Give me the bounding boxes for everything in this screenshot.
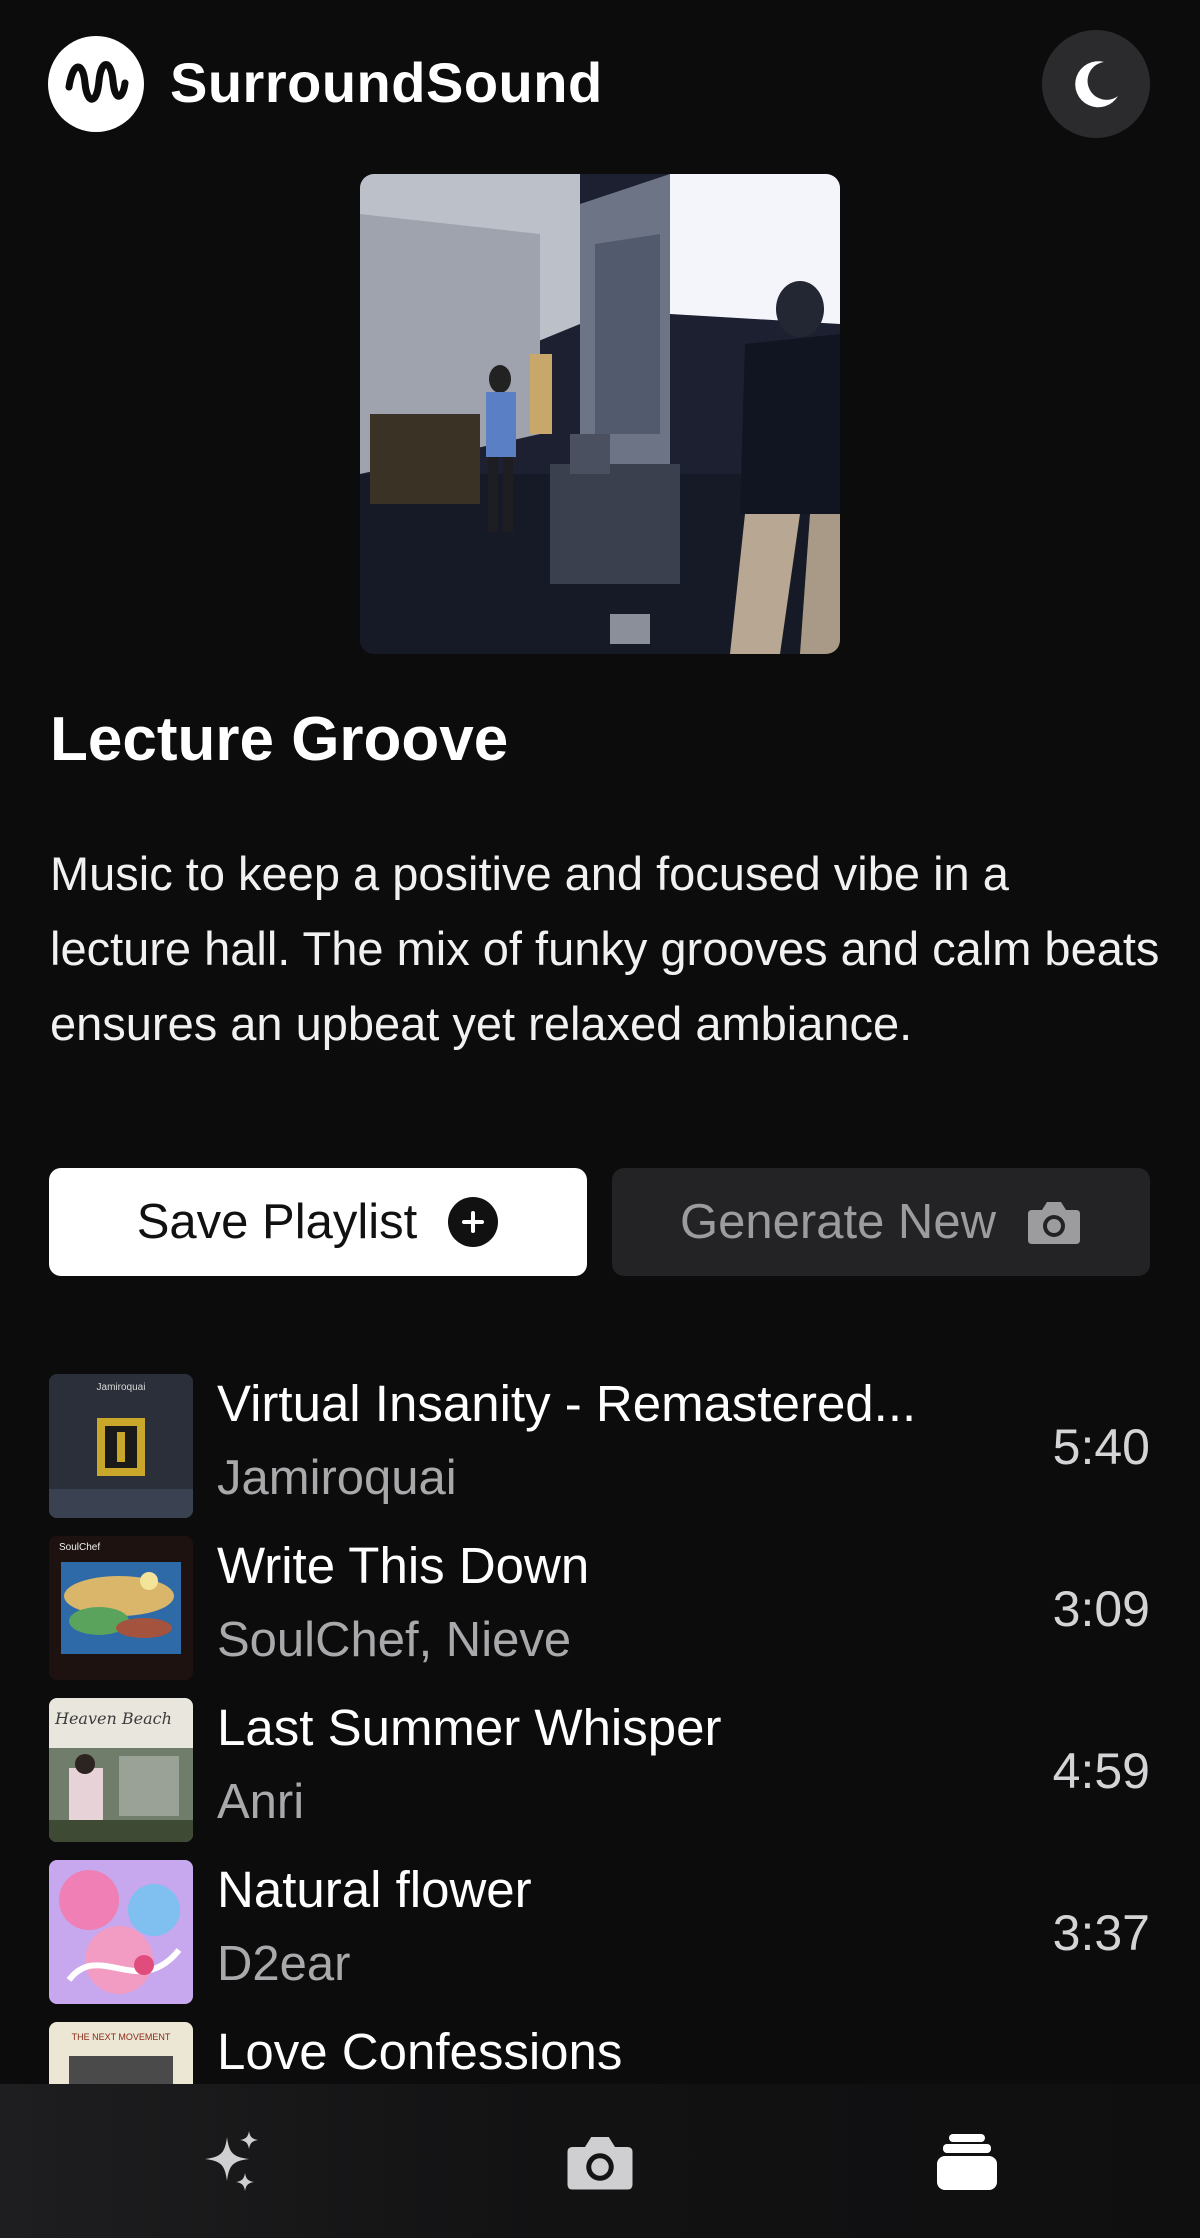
camera-icon (1027, 1202, 1080, 1244)
track-row[interactable]: Natural flower D2ear 3:37 (0, 1860, 1200, 2010)
generate-new-button[interactable]: Generate New (612, 1168, 1150, 1276)
bottom-navigation (0, 2084, 1200, 2238)
track-artist: D2ear (217, 1937, 351, 1991)
camera-icon (567, 2137, 633, 2190)
track-artist: Jamiroquai (217, 1451, 457, 1505)
app-header: SurroundSound (0, 0, 1200, 170)
track-duration: 3:37 (1052, 1905, 1150, 1961)
track-list: Jamiroquai Virtual Insanity - Remastered… (0, 1374, 1200, 2084)
album-art: THE NEXT MOVEMENT (49, 2022, 193, 2084)
moon-icon (1075, 61, 1118, 108)
nav-generate-button[interactable] (194, 2124, 270, 2200)
library-stack-icon (937, 2134, 997, 2190)
track-row[interactable]: SoulChef Write This Down SoulChef, Nieve… (0, 1536, 1200, 1686)
nav-camera-button[interactable] (562, 2124, 638, 2200)
track-row[interactable]: Heaven Beach Last Summer Whisper Anri 4:… (0, 1698, 1200, 1848)
album-art: SoulChef (49, 1536, 193, 1680)
app-logo-icon (48, 36, 144, 132)
track-title: Virtual Insanity - Remastered... (217, 1375, 917, 1432)
app-title: SurroundSound (170, 51, 603, 114)
track-row[interactable]: Jamiroquai Virtual Insanity - Remastered… (0, 1374, 1200, 1524)
plus-circle-icon (448, 1197, 499, 1247)
album-art-text: Jamiroquai (97, 1382, 146, 1393)
dark-mode-toggle-button[interactable] (1042, 30, 1150, 138)
save-playlist-button[interactable]: Save Playlist (49, 1168, 587, 1276)
album-art: Heaven Beach (49, 1698, 193, 1842)
album-art-text: THE NEXT MOVEMENT (72, 2032, 171, 2042)
album-art (49, 1860, 193, 2004)
track-title: Last Summer Whisper (217, 1699, 722, 1756)
playlist-title: Lecture Groove (50, 705, 509, 774)
track-row[interactable]: THE NEXT MOVEMENT Love Confessions (0, 2022, 1200, 2084)
track-duration: 4:59 (1052, 1743, 1150, 1799)
sparkles-icon (205, 2131, 258, 2191)
track-title: Love Confessions (217, 2023, 623, 2080)
generate-new-label: Generate New (680, 1195, 996, 1249)
playlist-description: Music to keep a positive and focused vib… (50, 847, 1160, 1050)
album-art-text: SoulChef (59, 1542, 100, 1553)
track-duration: 3:09 (1052, 1581, 1150, 1637)
playlist-cover-image (360, 174, 840, 654)
track-artist: Anri (217, 1775, 305, 1829)
track-duration: 5:40 (1052, 1419, 1150, 1475)
track-title: Write This Down (217, 1537, 590, 1594)
nav-library-button[interactable] (929, 2124, 1005, 2200)
track-artist: SoulChef, Nieve (217, 1613, 572, 1667)
track-title: Natural flower (217, 1861, 532, 1918)
album-art-text: Heaven Beach (54, 1709, 172, 1728)
save-playlist-label: Save Playlist (136, 1195, 418, 1249)
album-art: Jamiroquai (49, 1374, 193, 1518)
